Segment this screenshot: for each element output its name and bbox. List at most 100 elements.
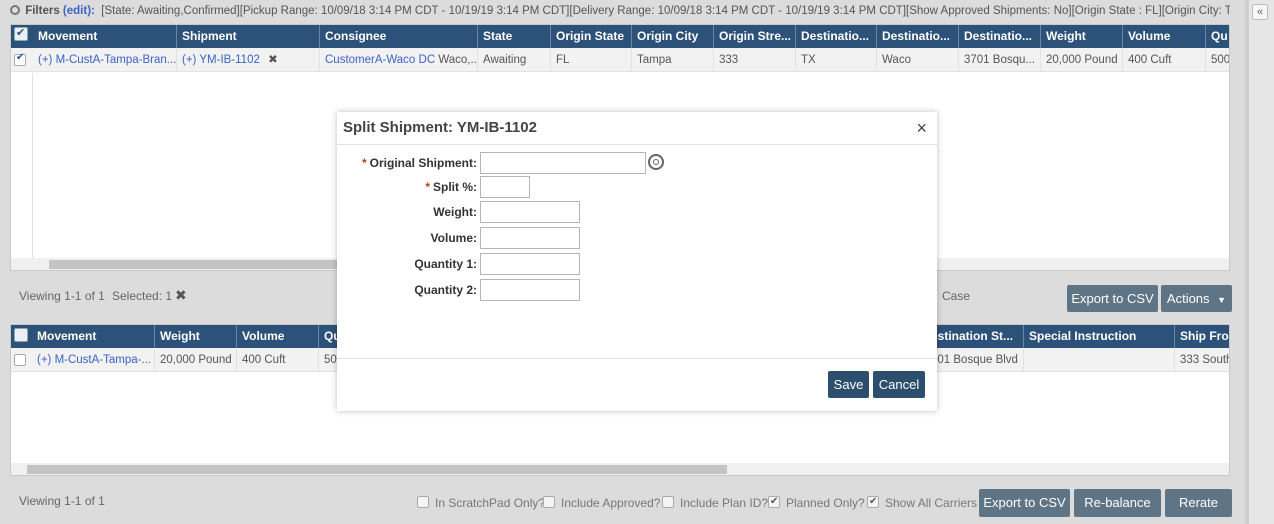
row-checkbox[interactable]: [14, 52, 26, 66]
viewing-count-bottom: Viewing 1-1 of 1: [19, 494, 105, 508]
origin-state-cell: FL: [551, 48, 632, 72]
consignee-cell: CustomerA-Waco DC Waco,...: [320, 48, 478, 72]
actions-label: Actions: [1166, 291, 1210, 306]
col-destination-street-bottom[interactable]: estination St...: [929, 325, 1024, 348]
weight-cell-bottom: 20,000 Pound: [155, 348, 237, 372]
col-destination-street[interactable]: Destinatio...: [959, 25, 1041, 48]
col-destination-city[interactable]: Destinatio...: [877, 25, 959, 48]
option-label: Include Plan ID?: [680, 496, 769, 510]
consignee-rest: Waco,...: [435, 54, 478, 66]
cancel-button[interactable]: Cancel: [873, 371, 925, 398]
option-label: Planned Only?: [786, 496, 865, 510]
collapse-panel-icon[interactable]: «: [1252, 4, 1268, 20]
original-shipment-input[interactable]: [480, 152, 646, 174]
clear-selection-icon[interactable]: ✖: [175, 287, 187, 304]
lookup-icon[interactable]: [648, 154, 664, 170]
ship-from-cell: 333 South: [1180, 354, 1230, 366]
in-scratchpad-only-checkbox[interactable]: In ScratchPad Only?: [417, 495, 545, 511]
original-shipment-label-text: Original Shipment:: [369, 156, 477, 170]
movement-link[interactable]: (+) M-CustA-Tampa-Bran...: [33, 48, 177, 72]
export-csv-button-top[interactable]: Export to CSV: [1067, 285, 1158, 312]
split-pct-label: * Split %:: [425, 180, 477, 194]
export-csv-button-bottom[interactable]: Export to CSV: [979, 489, 1070, 517]
origin-street-cell: 333: [714, 48, 796, 72]
show-all-carriers-checkbox[interactable]: Show All Carriers: [867, 494, 977, 511]
col-movement[interactable]: Movement: [33, 25, 177, 48]
state-cell: Awaiting: [478, 48, 551, 72]
special-instruction-cell: [1024, 348, 1175, 372]
checkbox-box[interactable]: [417, 496, 429, 508]
volume-cell: 400 Cuft: [1123, 48, 1206, 72]
volume-label: Volume:: [430, 231, 477, 245]
col-ship-from[interactable]: Ship Fror: [1175, 325, 1229, 348]
col-origin-state[interactable]: Origin State: [551, 25, 632, 48]
scrollbar-thumb[interactable]: [49, 260, 349, 269]
rerate-button[interactable]: Rerate: [1165, 489, 1232, 517]
checkbox-box[interactable]: [543, 496, 555, 508]
volume-cell-bottom: 400 Cuft: [237, 348, 319, 372]
quantity2-input[interactable]: [480, 279, 580, 301]
volume-input[interactable]: [480, 227, 580, 249]
col-shipment[interactable]: Shipment: [177, 25, 320, 48]
save-button[interactable]: Save: [828, 371, 869, 398]
original-shipment-label: * Original Shipment:: [362, 156, 477, 170]
actions-button[interactable]: Actions ▼: [1161, 285, 1232, 312]
selected-count: Selected: 1: [112, 289, 173, 303]
dest-city-cell: Waco: [877, 48, 959, 72]
split-icon[interactable]: ✖: [268, 54, 278, 66]
col-weight-bottom[interactable]: Weight: [155, 325, 237, 348]
viewing-count-top: Viewing 1-1 of 1: [19, 289, 105, 303]
select-all-checkbox[interactable]: [14, 26, 28, 41]
include-plan-id-checkbox[interactable]: Include Plan ID?: [662, 495, 768, 511]
col-weight[interactable]: Weight: [1041, 25, 1123, 48]
col-consignee[interactable]: Consignee: [320, 25, 478, 48]
search-icon: [10, 5, 20, 15]
checkbox-box[interactable]: [867, 494, 879, 510]
row-gutter: [32, 73, 33, 258]
close-icon[interactable]: ×: [916, 118, 927, 139]
required-marker: *: [425, 180, 430, 194]
scrollbar-thumb-bottom[interactable]: [27, 465, 727, 474]
quantity1-input[interactable]: [480, 253, 580, 275]
shipment-link[interactable]: (+) YM-IB-1102: [182, 54, 260, 66]
rebalance-button[interactable]: Re-balance: [1074, 489, 1161, 517]
col-quantity[interactable]: Qu: [1206, 25, 1229, 48]
col-special-instruction[interactable]: Special Instruction: [1024, 325, 1175, 348]
planned-only-checkbox[interactable]: Planned Only?: [768, 494, 865, 511]
split-pct-label-text: Split %:: [433, 180, 477, 194]
quantity2-label: Quantity 2:: [414, 283, 477, 297]
weight-input[interactable]: [480, 201, 580, 223]
consignee-link[interactable]: CustomerA-Waco DC: [325, 54, 435, 66]
dest-state-cell: TX: [796, 48, 877, 72]
shipment-cell: (+) YM-IB-1102 ✖: [177, 48, 320, 72]
quantity1-label: Quantity 1:: [414, 257, 477, 271]
row-checkbox-bottom[interactable]: [14, 354, 26, 366]
checkbox-box[interactable]: [662, 496, 674, 508]
horizontal-scrollbar-bottom[interactable]: [11, 463, 1229, 475]
select-all-checkbox-bottom[interactable]: [14, 328, 28, 342]
checkbox-box[interactable]: [768, 494, 780, 510]
side-divider: [1245, 0, 1248, 524]
col-movement-bottom[interactable]: Movement: [32, 325, 155, 348]
filters-bar: Filters (edit): [State: Awaiting,Confirm…: [10, 4, 1230, 22]
col-state[interactable]: State: [478, 25, 551, 48]
col-volume[interactable]: Volume: [1123, 25, 1206, 48]
quantity-cell: 500: [1211, 54, 1230, 66]
case-text: Case: [942, 289, 971, 303]
footer-divider: [337, 358, 937, 359]
required-marker: *: [361, 156, 367, 170]
include-approved-checkbox[interactable]: Include Approved?: [543, 495, 660, 511]
split-shipment-dialog: Split Shipment: YM-IB-1102 × * Original S…: [337, 112, 937, 411]
col-origin-street[interactable]: Origin Stre...: [714, 25, 796, 48]
col-volume-bottom[interactable]: Volume: [237, 325, 319, 348]
col-origin-city[interactable]: Origin City: [632, 25, 714, 48]
table-row[interactable]: (+) M-CustA-Tampa-Bran... (+) YM-IB-1102…: [11, 48, 1229, 72]
split-pct-input[interactable]: [480, 176, 530, 198]
movement-link-bottom[interactable]: (+) M-CustA-Tampa-...: [32, 348, 155, 372]
dest-street-cell-bottom: 701 Bosque Blvd: [929, 348, 1024, 372]
col-destination-state[interactable]: Destinatio...: [796, 25, 877, 48]
weight-label: Weight:: [433, 205, 477, 219]
filters-edit-link[interactable]: (edit):: [63, 5, 95, 17]
grid-header: Movement Shipment Consignee State Origin…: [11, 25, 1229, 48]
header-divider: [337, 144, 937, 145]
